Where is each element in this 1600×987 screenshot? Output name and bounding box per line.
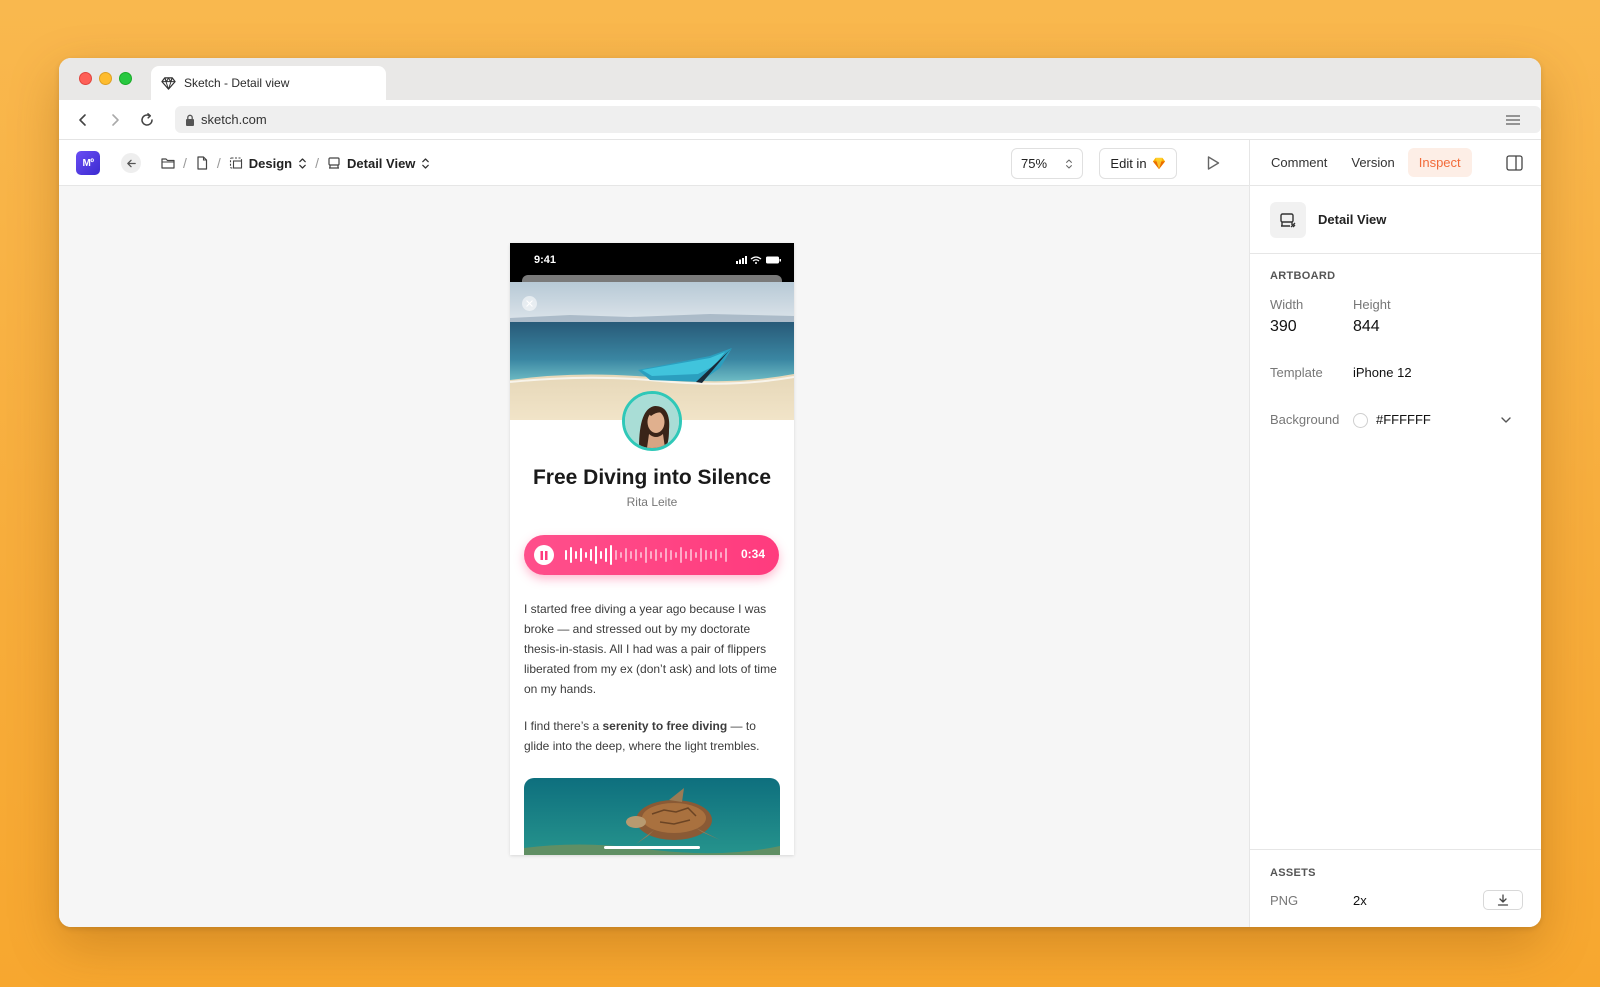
tab-title: Sketch - Detail view — [184, 76, 290, 90]
height-label: Height — [1353, 297, 1391, 312]
width-label: Width — [1270, 297, 1304, 312]
height-value[interactable]: 844 — [1353, 318, 1380, 336]
page-name: Design — [248, 155, 293, 171]
sketch-diamond-icon — [161, 76, 176, 90]
browser-tab[interactable]: Sketch - Detail view — [151, 66, 386, 100]
arrow-left-icon — [126, 159, 136, 167]
artboard-detail-view[interactable]: 9:41 Free Diving into Silence Rita Leite… — [510, 243, 794, 855]
asset-scale[interactable]: 2x — [1353, 893, 1367, 908]
reload-button[interactable] — [137, 110, 157, 130]
canvas[interactable]: 9:41 Free Diving into Silence Rita Leite… — [59, 186, 1249, 927]
width-value[interactable]: 390 — [1270, 318, 1297, 336]
template-label: Template — [1270, 365, 1323, 380]
url-text: sketch.com — [201, 112, 267, 127]
template-value[interactable]: iPhone 12 — [1353, 365, 1412, 380]
address-bar: sketch.com — [59, 100, 1541, 140]
menu-icon[interactable] — [1505, 112, 1521, 128]
edit-in-label: Edit in — [1110, 156, 1147, 171]
minimize-window-button[interactable] — [99, 72, 112, 85]
asset-format[interactable]: PNG — [1270, 893, 1298, 908]
artboard-section-title: ARTBOARD — [1270, 270, 1336, 282]
chevron-down-icon[interactable] — [1500, 414, 1512, 426]
paragraph2-prefix: I find there’s a — [524, 719, 603, 733]
assets-section-title: ASSETS — [1270, 867, 1316, 879]
selected-layer-name: Detail View — [1318, 212, 1387, 227]
breadcrumb-separator: / — [315, 155, 320, 171]
browser-window: Sketch - Detail view sketch.com Mº / / D… — [59, 58, 1541, 927]
edit-in-sketch-button[interactable]: Edit in — [1099, 148, 1177, 179]
turtle-image — [524, 778, 780, 855]
breadcrumb-separator: / — [216, 155, 221, 171]
playback-time: 0:34 — [740, 547, 765, 561]
status-icons — [736, 256, 781, 264]
artboard-icon — [328, 157, 340, 169]
chevron-updown-icon — [1066, 158, 1072, 169]
page-icon — [229, 157, 242, 169]
story-author: Rita Leite — [626, 495, 678, 509]
tab-comment[interactable]: Comment — [1260, 148, 1338, 177]
page-selector[interactable]: Design — [229, 156, 307, 171]
sketch-diamond-icon — [1152, 157, 1165, 170]
story-title: Free Diving into Silence — [532, 466, 772, 489]
author-avatar — [622, 391, 682, 451]
story-paragraph-1: I started free diving a year ago because… — [524, 602, 777, 696]
chevron-updown-icon — [422, 157, 430, 169]
panel-toggle-icon[interactable] — [1506, 155, 1523, 171]
title-bar: Sketch - Detail view — [59, 58, 1541, 100]
play-icon[interactable] — [1205, 155, 1221, 171]
selected-layer-header: Detail View — [1250, 186, 1541, 254]
close-icon — [526, 300, 533, 307]
chevron-updown-icon — [299, 157, 306, 169]
audio-player[interactable]: 0:34 — [524, 535, 779, 575]
artboard-selector[interactable]: Detail View — [327, 156, 430, 171]
inspector-tabs: Comment Version Inspect — [1250, 140, 1541, 186]
zoom-value: 75% — [1021, 156, 1048, 171]
artboard-name: Detail View — [347, 155, 416, 171]
inspector-panel: Comment Version Inspect Detail View ARTB… — [1249, 140, 1541, 927]
close-window-button[interactable] — [79, 72, 92, 85]
back-button[interactable] — [73, 110, 93, 130]
background-color-swatch[interactable] — [1353, 413, 1368, 428]
url-field[interactable]: sketch.com — [175, 106, 1541, 133]
pause-button[interactable] — [534, 545, 554, 565]
assets-section: ASSETS PNG 2x — [1250, 849, 1541, 927]
zoom-selector[interactable]: 75% — [1011, 148, 1083, 179]
back-icon — [79, 114, 86, 126]
lock-icon — [186, 114, 194, 126]
download-asset-button[interactable] — [1483, 890, 1523, 910]
maximize-window-button[interactable] — [119, 72, 132, 85]
back-to-documents-button[interactable] — [121, 153, 141, 173]
background-value[interactable]: #FFFFFF — [1376, 412, 1431, 427]
pause-icon — [540, 550, 548, 560]
forward-icon — [112, 114, 119, 126]
artboard-icon — [1270, 201, 1306, 238]
forward-button[interactable] — [105, 110, 125, 130]
folder-icon[interactable] — [161, 156, 175, 170]
waveform[interactable] — [564, 544, 728, 566]
document-icon[interactable] — [195, 156, 209, 170]
close-button[interactable] — [522, 296, 537, 311]
reload-icon — [141, 113, 153, 126]
home-indicator — [604, 846, 700, 849]
app-toolbar: Mº / / Design / Detail View 75% Edit in — [59, 140, 1249, 186]
background-label: Background — [1270, 412, 1340, 427]
tab-inspect[interactable]: Inspect — [1407, 148, 1472, 177]
download-icon — [1497, 894, 1509, 906]
status-time: 9:41 — [534, 254, 557, 266]
breadcrumb: / / Design / Detail View — [161, 140, 430, 186]
breadcrumb-separator: / — [183, 155, 187, 171]
paragraph2-bold: serenity to free diving — [602, 719, 728, 733]
workspace-logo[interactable]: Mº — [76, 151, 100, 175]
tab-version[interactable]: Version — [1340, 148, 1405, 177]
story-paragraph-2: I find there’s a serenity to free diving… — [524, 716, 780, 756]
